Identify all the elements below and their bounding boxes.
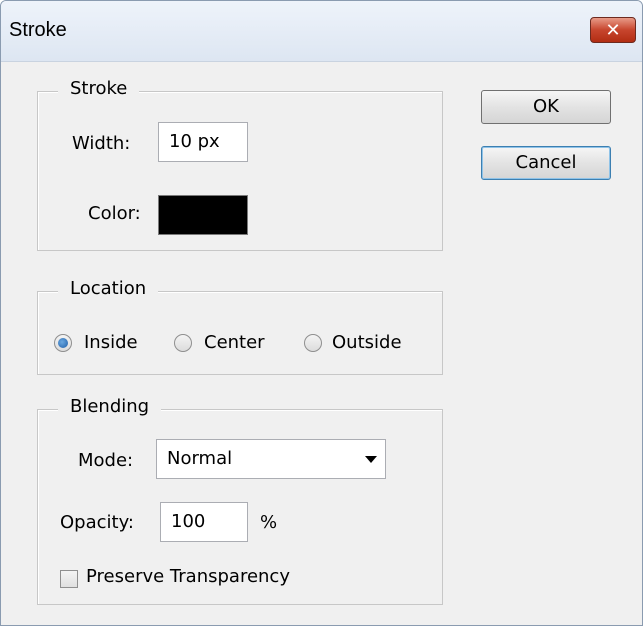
- dialog-title: Stroke: [9, 19, 67, 41]
- color-swatch[interactable]: [158, 195, 248, 235]
- width-value: 10 px: [169, 131, 220, 152]
- cancel-button-label: Cancel: [515, 152, 577, 173]
- mode-label: Mode:: [78, 450, 134, 471]
- close-button[interactable]: ✕: [590, 17, 636, 43]
- width-input[interactable]: 10 px: [158, 122, 248, 162]
- dialog-body: Stroke Width: 10 px Color: Location Insi…: [1, 62, 642, 625]
- mode-select[interactable]: Normal: [156, 439, 386, 479]
- preserve-transparency-checkbox[interactable]: [60, 570, 78, 588]
- width-label: Width:: [72, 133, 131, 154]
- opacity-label: Opacity:: [60, 512, 134, 533]
- ok-button[interactable]: OK: [481, 90, 611, 124]
- location-group-label: Location: [58, 278, 159, 299]
- radio-center-button[interactable]: [174, 334, 192, 352]
- radio-inside-button[interactable]: [54, 334, 72, 352]
- color-label: Color:: [88, 203, 141, 224]
- chevron-down-icon: [365, 456, 377, 463]
- radio-outside-button[interactable]: [304, 334, 322, 352]
- radio-outside-label[interactable]: Outside: [332, 332, 402, 353]
- mode-value: Normal: [167, 448, 233, 469]
- ok-button-label: OK: [533, 96, 559, 117]
- opacity-input[interactable]: 100: [160, 502, 248, 542]
- close-icon: ✕: [605, 20, 621, 41]
- preserve-transparency-label[interactable]: Preserve Transparency: [86, 566, 290, 587]
- cancel-button[interactable]: Cancel: [481, 146, 611, 180]
- opacity-unit: %: [260, 512, 278, 533]
- stroke-group-label: Stroke: [58, 78, 140, 99]
- title-bar[interactable]: Stroke ✕: [1, 1, 642, 62]
- radio-center-label[interactable]: Center: [204, 332, 265, 353]
- radio-inside-label[interactable]: Inside: [84, 332, 138, 353]
- blending-group: Blending Mode: Normal Opacity: 100 % Pre…: [37, 396, 443, 605]
- location-group: Location Inside Center Outside: [37, 278, 443, 375]
- opacity-value: 100: [171, 511, 206, 532]
- blending-group-label: Blending: [58, 396, 162, 417]
- stroke-dialog: Stroke ✕ Stroke Width: 10 px Color: Loca…: [0, 0, 643, 626]
- stroke-group: Stroke Width: 10 px Color:: [37, 78, 443, 251]
